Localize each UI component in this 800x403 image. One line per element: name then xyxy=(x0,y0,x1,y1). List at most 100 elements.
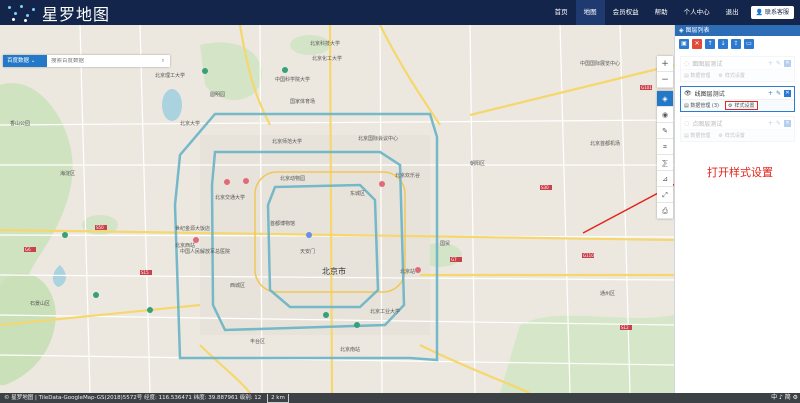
nav-profile[interactable]: 个人中心 xyxy=(676,0,718,25)
map-label: 北京南站 xyxy=(340,346,360,353)
locate-icon[interactable]: ◉ xyxy=(657,107,673,123)
delete-icon[interactable]: ✕ xyxy=(784,59,791,67)
edit-icon[interactable]: ✎ xyxy=(776,60,781,67)
zoom-out-button[interactable]: − xyxy=(657,72,673,88)
map-label: 中国国际展览中心 xyxy=(580,60,620,67)
layers-small-icon: ◈ xyxy=(679,27,684,34)
layer-panel: ◈ 图层列表 ▣ ✕ ↑ ↓ ⇪ ▭ ◌ 面图层测试 + ✎ ✕ ▤ 数据管理 … xyxy=(674,25,800,393)
road-badge: S15 xyxy=(141,270,149,275)
import-icon[interactable]: ⇪ xyxy=(731,39,741,49)
data-source-select[interactable]: 百度数据 ⌄ xyxy=(3,55,47,67)
zoom-in-button[interactable]: + xyxy=(657,56,673,72)
style-settings-button[interactable]: ⚙ 样式设置 xyxy=(716,132,747,140)
zoom-controls: + − xyxy=(657,56,673,88)
layer-item[interactable]: ◌ 面图层测试 + ✎ ✕ ▤ 数据管理 ⚙ 样式设置 xyxy=(680,56,795,82)
add-icon[interactable]: + xyxy=(768,60,773,67)
map-label: 北京师范大学 xyxy=(272,138,302,145)
nav-map[interactable]: 地图 xyxy=(575,0,605,25)
annotation-callout: 打开样式设置 xyxy=(707,166,773,179)
scale-bar: 2 km xyxy=(267,394,289,403)
add-icon[interactable]: + xyxy=(768,120,773,127)
crop-icon[interactable]: ⌗ xyxy=(657,139,673,155)
data-manage-link[interactable]: 数据管理 (3) xyxy=(690,102,719,109)
nav-home[interactable]: 首页 xyxy=(547,0,576,25)
layers-icon[interactable]: ◈ xyxy=(657,91,673,107)
map-label: 北京科技大学 xyxy=(310,40,340,47)
print-icon[interactable]: ⎙ xyxy=(657,203,673,219)
delete-icon[interactable]: ✕ xyxy=(784,119,791,127)
nav-help[interactable]: 帮助 xyxy=(647,0,676,25)
delete-layer-icon[interactable]: ✕ xyxy=(692,39,702,49)
visibility-icon[interactable]: 👁 xyxy=(684,90,692,97)
nav-logout[interactable]: 退出 xyxy=(718,0,747,25)
layer-name: 面图层测试 xyxy=(692,60,723,68)
logo[interactable]: 星罗地图 xyxy=(6,2,111,24)
folder-icon[interactable]: ▭ xyxy=(744,39,754,49)
palette-icon: ⚙ xyxy=(718,72,723,79)
map-label: 北京化工大学 xyxy=(312,55,342,62)
layer-toolbar: ▣ ✕ ↑ ↓ ⇪ ▭ xyxy=(675,36,800,52)
status-text: © 星罗地图 | TileData-GoogleMap-GS(2018)5572… xyxy=(4,395,262,401)
data-manage-link[interactable]: 数据管理 xyxy=(690,132,710,139)
style-settings-button[interactable]: ⚙ 样式设置 xyxy=(725,101,758,110)
road-badge: S12 xyxy=(621,325,629,330)
move-down-icon[interactable]: ↓ xyxy=(718,39,728,49)
map-label: 北京工业大学 xyxy=(370,308,400,315)
map-label: 国家体育场 xyxy=(290,98,315,105)
search-input[interactable] xyxy=(47,58,156,64)
map-label: 国贸 xyxy=(440,240,450,247)
map-label: 北京站 xyxy=(400,268,415,275)
road-badge: G101 xyxy=(641,85,652,90)
visibility-off-icon[interactable]: ◌ xyxy=(684,120,689,127)
layer-name: 线图层测试 xyxy=(694,90,725,98)
map-canvas[interactable]: G6 G7 G110 G101 S12 S15 S30 S50 北京科技大学 北… xyxy=(0,25,674,393)
map-label: 北京大学 xyxy=(180,120,200,127)
palette-icon: ⚙ xyxy=(718,132,723,139)
ruler-icon[interactable]: ⅀ xyxy=(657,155,673,171)
layer-panel-title: 图层列表 xyxy=(685,27,710,34)
data-manage-link[interactable]: 数据管理 xyxy=(690,72,710,79)
map-label: 北京国际会议中心 xyxy=(358,135,398,142)
move-up-icon[interactable]: ↑ xyxy=(705,39,715,49)
palette-icon: ⚙ xyxy=(728,102,733,109)
road-badge: G7 xyxy=(451,257,457,262)
layer-item[interactable]: 👁 线图层测试 + ✎ ✕ ▤ 数据管理 (3) ⚙ 样式设置 xyxy=(680,86,795,112)
style-settings-label: 样式设置 xyxy=(724,73,745,79)
table-icon: ▤ xyxy=(684,72,689,79)
edit-icon[interactable]: ✎ xyxy=(776,120,781,127)
new-layer-icon[interactable]: ▣ xyxy=(679,39,689,49)
search-icon[interactable]: ⌕ xyxy=(156,58,170,65)
table-icon: ▤ xyxy=(684,102,689,109)
visibility-off-icon[interactable]: ◌ xyxy=(684,60,689,67)
status-bar: © 星罗地图 | TileData-GoogleMap-GS(2018)5572… xyxy=(0,393,800,403)
main-nav: 首页 地图 会员权益 帮助 个人中心 退出 👤 联系客服 xyxy=(547,0,794,25)
map-label: 世纪金源大饭店 xyxy=(175,225,210,232)
map-label: 香山公园 xyxy=(10,120,30,127)
bottom-tray[interactable]: 中 ♪ 简 ⚙ xyxy=(771,393,798,403)
map-tiles: G6 G7 G110 G101 S12 S15 S30 S50 北京科技大学 北… xyxy=(0,25,674,393)
measure-icon[interactable]: ✎ xyxy=(657,123,673,139)
map-label: 北京首都机场 xyxy=(590,140,620,147)
add-icon[interactable]: + xyxy=(768,90,773,97)
map-label: 中国科学院大学 xyxy=(275,76,310,83)
city-label: 北京市 xyxy=(322,266,346,276)
delete-icon[interactable]: ✕ xyxy=(784,89,791,97)
contact-button[interactable]: 👤 联系客服 xyxy=(750,6,794,19)
map-label: 丰台区 xyxy=(250,338,265,345)
map-label: 海淀区 xyxy=(60,170,75,177)
map-label: 北京西站 xyxy=(175,242,195,249)
road-badge: G6 xyxy=(25,247,31,252)
layer-item[interactable]: ◌ 点图层测试 + ✎ ✕ ▤ 数据管理 ⚙ 样式设置 xyxy=(680,116,795,142)
map-label: 石景山区 xyxy=(30,300,50,307)
road-badge: S50 xyxy=(96,225,104,230)
data-source-label: 百度数据 xyxy=(7,58,30,64)
fullscreen-icon[interactable]: ⤢ xyxy=(657,187,673,203)
nav-member[interactable]: 会员权益 xyxy=(605,0,647,25)
chart-icon[interactable]: ⊿ xyxy=(657,171,673,187)
map-tool-bar: ◈ ◉ ✎ ⌗ ⅀ ⊿ ⤢ ⎙ xyxy=(657,91,673,219)
style-settings-button[interactable]: ⚙ 样式设置 xyxy=(716,72,747,80)
map-label: 北京交通大学 xyxy=(215,194,245,201)
map-label: 西城区 xyxy=(230,282,245,289)
logo-text: 星罗地图 xyxy=(42,4,111,24)
edit-icon[interactable]: ✎ xyxy=(776,90,781,97)
